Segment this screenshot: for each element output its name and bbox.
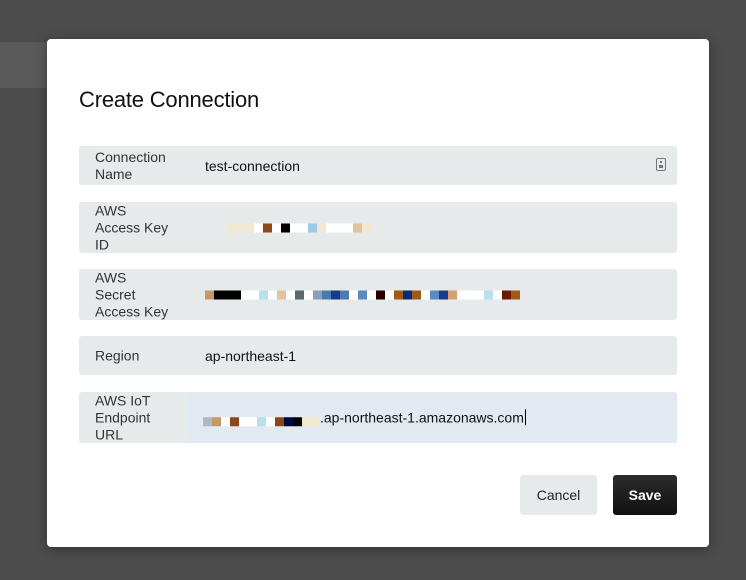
masked-char — [212, 417, 221, 427]
masked-char — [230, 417, 239, 427]
masked-char — [281, 223, 290, 232]
masked-char — [284, 417, 293, 427]
iot-endpoint-url-input[interactable]: .ap-northeast-1.amazonaws.com — [203, 408, 526, 427]
cancel-button[interactable]: Cancel — [520, 475, 597, 515]
masked-char — [272, 223, 281, 232]
masked-char — [511, 290, 520, 299]
masked-char — [335, 223, 344, 232]
connection-name-label: Connection Name — [95, 148, 166, 182]
masked-char — [223, 290, 232, 299]
masked-char — [412, 290, 421, 299]
text-caret — [524, 408, 526, 425]
masked-char — [259, 290, 268, 299]
masked-char — [304, 290, 313, 299]
masked-char — [340, 290, 349, 299]
save-button[interactable]: Save — [613, 475, 677, 515]
masked-char — [317, 223, 326, 232]
masked-char — [326, 223, 335, 232]
access-key-id-field[interactable]: AWS Access Key ID — [79, 202, 677, 253]
access-key-id-input[interactable] — [205, 223, 371, 232]
masked-char — [254, 223, 263, 232]
masked-char — [353, 223, 362, 232]
masked-char — [275, 417, 284, 427]
masked-char — [268, 290, 277, 299]
masked-char — [313, 290, 322, 299]
connection-name-field[interactable]: Connection Name test-connection — [79, 146, 677, 185]
keychain-icon[interactable] — [656, 158, 666, 171]
masked-char — [457, 290, 466, 299]
masked-char — [205, 290, 214, 299]
masked-char — [286, 290, 295, 299]
region-label: Region — [95, 347, 140, 363]
endpoint-url-suffix: .ap-northeast-1.amazonaws.com — [320, 408, 524, 425]
masked-char — [385, 290, 394, 299]
masked-char — [302, 417, 311, 427]
connection-name-input[interactable]: test-connection — [205, 158, 300, 174]
masked-char — [403, 290, 412, 299]
masked-char — [349, 290, 358, 299]
masked-char — [295, 290, 304, 299]
masked-char — [241, 290, 250, 299]
masked-char — [493, 290, 502, 299]
masked-char — [263, 223, 272, 232]
access-key-id-label: AWS Access Key ID — [95, 202, 169, 252]
masked-char — [277, 290, 286, 299]
create-connection-dialog: Create Connection Connection Name test-c… — [47, 39, 709, 547]
masked-char — [322, 290, 331, 299]
masked-char — [466, 290, 475, 299]
dialog-title: Create Connection — [79, 87, 260, 112]
masked-char — [311, 417, 320, 427]
masked-char — [250, 290, 259, 299]
masked-char — [245, 223, 254, 232]
masked-char — [203, 417, 212, 427]
masked-char — [248, 417, 257, 427]
secret-access-key-field[interactable]: AWS Secret Access Key — [79, 269, 677, 320]
region-input[interactable]: ap-northeast-1 — [205, 348, 296, 364]
masked-char — [376, 290, 385, 299]
secret-access-key-input[interactable] — [205, 290, 520, 299]
masked-char — [344, 223, 353, 232]
masked-char — [367, 290, 376, 299]
masked-char — [236, 223, 245, 232]
masked-char — [421, 290, 430, 299]
region-field[interactable]: Region ap-northeast-1 — [79, 336, 677, 375]
masked-char — [293, 417, 302, 427]
masked-char — [257, 417, 266, 427]
masked-char — [232, 290, 241, 299]
masked-char — [299, 223, 308, 232]
masked-char — [439, 290, 448, 299]
secret-access-key-label: AWS Secret Access Key — [95, 269, 169, 319]
masked-char — [394, 290, 403, 299]
masked-char — [430, 290, 439, 299]
masked-char — [358, 290, 367, 299]
masked-char — [484, 290, 493, 299]
masked-char — [331, 290, 340, 299]
masked-char — [475, 290, 484, 299]
iot-endpoint-url-field[interactable]: AWS IoT Endpoint URL .ap-northeast-1.ama… — [79, 392, 677, 443]
masked-char — [290, 223, 299, 232]
masked-char — [214, 290, 223, 299]
masked-char — [227, 223, 236, 232]
masked-char — [266, 417, 275, 427]
masked-char — [362, 223, 371, 232]
masked-char — [448, 290, 457, 299]
iot-endpoint-url-label: AWS IoT Endpoint URL — [95, 392, 151, 442]
masked-char — [502, 290, 511, 299]
masked-char — [239, 417, 248, 427]
masked-char — [308, 223, 317, 232]
masked-char — [221, 417, 230, 427]
